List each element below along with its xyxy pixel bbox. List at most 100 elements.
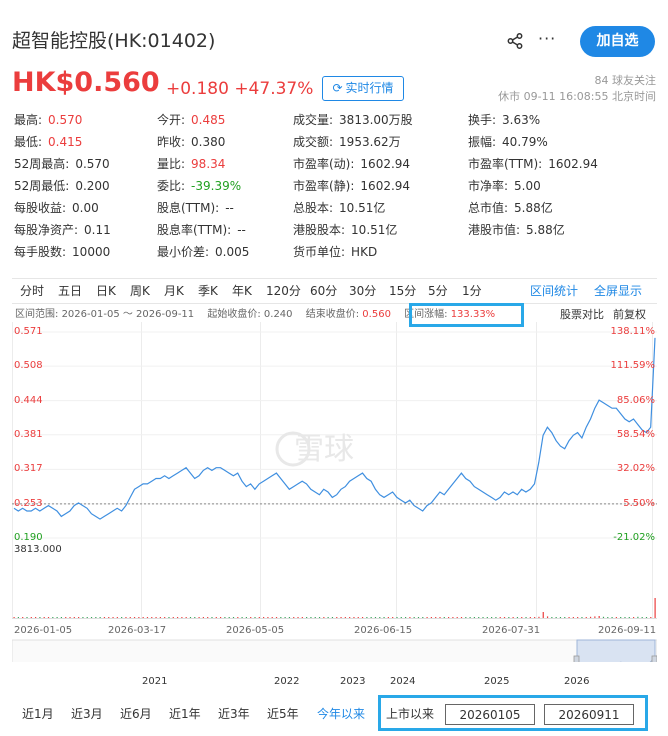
quote-label: 市盈率(动):: [293, 157, 355, 171]
volume-bar: [284, 617, 286, 618]
volume-bar: [379, 617, 381, 618]
tab-quarterly-k[interactable]: 季K: [198, 283, 218, 299]
quote-value: --: [237, 223, 246, 237]
volume-bar: [159, 617, 161, 618]
volume-bar: [73, 617, 75, 618]
quote-value: 5.00: [514, 179, 541, 193]
volume-bar: [297, 617, 299, 618]
quote-value: 0.11: [84, 223, 111, 237]
tab-1min[interactable]: 1分: [462, 283, 482, 299]
volume-bar: [121, 617, 123, 618]
range-ytd[interactable]: 今年以来: [317, 706, 365, 722]
quote-label: 52周最高:: [14, 157, 70, 171]
volume-bar: [35, 617, 37, 618]
range-3months[interactable]: 近3月: [71, 706, 103, 722]
range-1month[interactable]: 近1月: [22, 706, 54, 722]
volume-bar: [581, 617, 583, 618]
y-axis-pct-label: 32.02%: [616, 463, 655, 475]
quote-value: 3.63%: [502, 113, 541, 127]
navigator-year-label: 2024: [390, 676, 416, 687]
quote-item: 每股收益: 0.00: [14, 200, 99, 216]
tab-5min[interactable]: 5分: [428, 283, 448, 299]
volume-bar: [331, 617, 334, 618]
tab-120min[interactable]: 120分: [266, 283, 301, 299]
tab-30min[interactable]: 30分: [349, 283, 376, 299]
volume-bar: [349, 617, 351, 618]
volume-bar: [60, 617, 63, 618]
volume-bar: [361, 617, 364, 618]
volume-bar: [370, 617, 372, 618]
volume-bar: [237, 617, 239, 618]
realtime-quote-button[interactable]: ⟳ 实时行情: [322, 76, 404, 101]
y-axis-tick-label: 0.190: [14, 532, 43, 543]
stock-compare-link[interactable]: 股票对比: [560, 308, 604, 322]
range-5years[interactable]: 近5年: [267, 706, 299, 722]
quote-value: 1602.94: [548, 157, 598, 171]
quote-item: 股息(TTM): --: [157, 200, 234, 216]
quote-label: 港股市值:: [468, 223, 521, 237]
volume-bar: [267, 617, 269, 618]
y-axis-tick-label: 0.253: [14, 497, 43, 509]
volume-bar: [176, 617, 179, 618]
range-stats-link[interactable]: 区间统计: [530, 283, 578, 299]
tab-monthly-k[interactable]: 月K: [164, 283, 184, 299]
volume-bar: [546, 616, 549, 618]
quote-value: 0.380: [191, 135, 226, 149]
volume-bar: [628, 617, 630, 618]
tab-daily-k[interactable]: 日K: [96, 283, 116, 299]
volume-bar: [577, 617, 579, 618]
volume-bar: [133, 617, 136, 618]
more-icon[interactable]: ···: [538, 30, 556, 48]
volume-bar: [460, 617, 463, 618]
volume-bar: [172, 617, 174, 618]
market-status: 休市 09-11 16:08:55 北京时间: [498, 90, 656, 103]
quote-value: --: [225, 201, 234, 215]
volume-bar: [448, 617, 450, 618]
start-date-input[interactable]: [445, 704, 535, 725]
volume-bar: [258, 617, 260, 618]
tab-60min[interactable]: 60分: [310, 283, 337, 299]
volume-bar: [426, 617, 428, 618]
quote-value: HKD: [351, 245, 378, 259]
volume-bar: [413, 617, 415, 618]
volume-bar: [116, 617, 118, 618]
volume-bar: [491, 617, 493, 618]
volume-bar: [30, 617, 32, 618]
volume-bar: [250, 617, 252, 618]
quote-label: 每股收益:: [14, 201, 67, 215]
tab-intraday[interactable]: 分时: [20, 283, 44, 299]
add-to-watchlist-button[interactable]: 加自选: [580, 26, 655, 57]
volume-bar: [224, 617, 226, 618]
volume-bar: [521, 617, 523, 618]
end-date-input[interactable]: [544, 704, 634, 725]
volume-bar: [202, 617, 204, 618]
fullscreen-link[interactable]: 全屏显示: [594, 283, 642, 299]
volume-bar: [495, 617, 497, 618]
range-1year[interactable]: 近1年: [169, 706, 201, 722]
volume-bar: [254, 617, 256, 618]
quote-label: 股息(TTM):: [157, 201, 220, 215]
y-axis-pct-label: 138.11%: [610, 326, 656, 337]
share-icon[interactable]: [506, 32, 524, 50]
volume-bar: [353, 617, 355, 618]
volume-bar: [478, 617, 480, 618]
tab-five-day[interactable]: 五日: [58, 283, 82, 299]
volume-bar: [56, 617, 58, 618]
volume-bar: [43, 617, 45, 618]
y-axis-pct-label: 58.54%: [616, 428, 655, 440]
price-adjust-toggle[interactable]: 前复权: [613, 308, 646, 322]
volume-bar: [99, 617, 101, 618]
range-3years[interactable]: 近3年: [218, 706, 250, 722]
quote-label: 今开:: [157, 113, 186, 127]
y-axis-pct-label: -21.02%: [613, 532, 655, 543]
volume-bar: [22, 617, 24, 618]
volume-bar: [607, 617, 609, 618]
quote-value: -39.39%: [191, 179, 242, 193]
quote-label: 货币单位:: [293, 245, 346, 259]
tab-15min[interactable]: 15分: [389, 283, 416, 299]
tab-yearly-k[interactable]: 年K: [232, 283, 252, 299]
quote-value: 0.570: [75, 157, 110, 171]
tab-weekly-k[interactable]: 周K: [130, 283, 150, 299]
range-6months[interactable]: 近6月: [120, 706, 152, 722]
volume-bar: [589, 616, 592, 618]
